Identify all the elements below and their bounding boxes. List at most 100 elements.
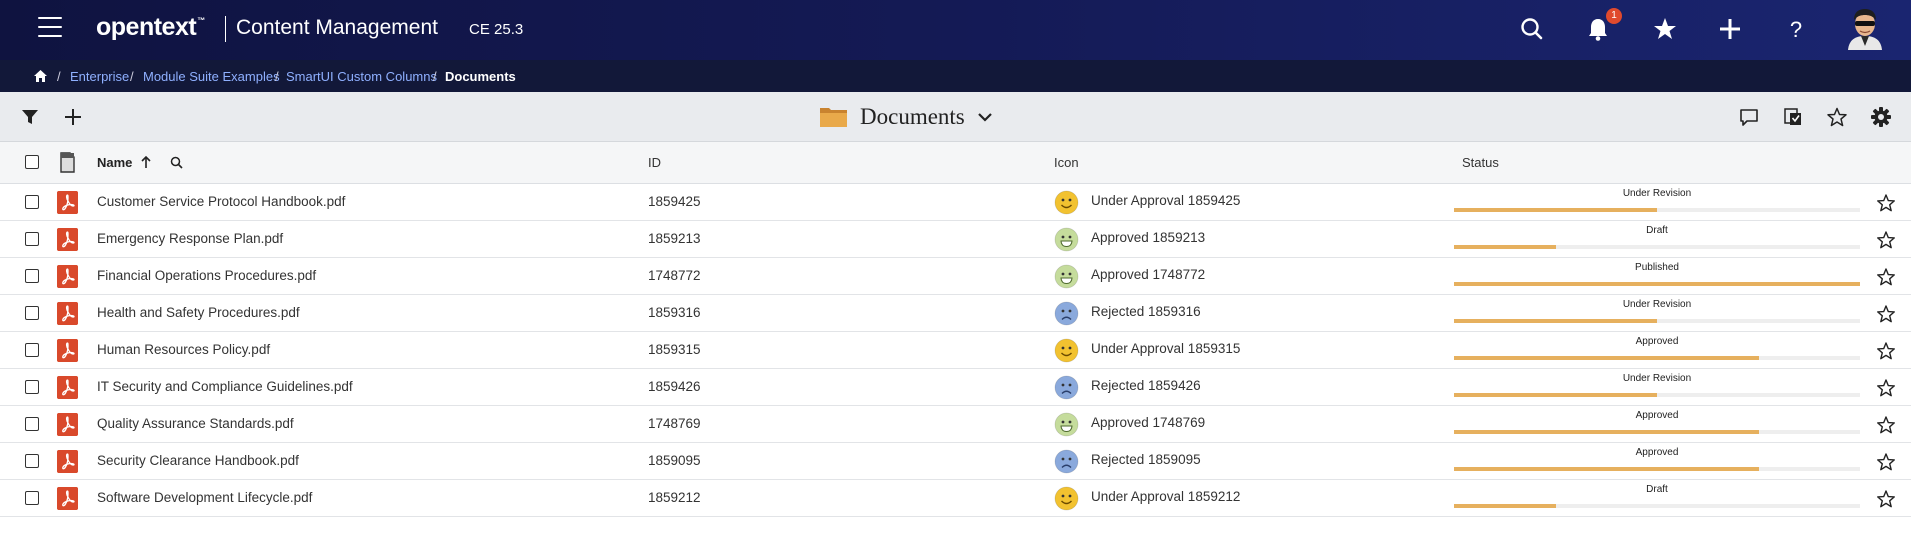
document-name-link[interactable]: Customer Service Protocol Handbook.pdf: [97, 194, 345, 209]
document-name-link[interactable]: IT Security and Compliance Guidelines.pd…: [97, 379, 353, 394]
row-checkbox[interactable]: [25, 454, 39, 468]
status-progress-bar: [1454, 319, 1860, 323]
table-row[interactable]: Human Resources Policy.pdf 1859315 Under A…: [0, 332, 1911, 369]
table-row[interactable]: Emergency Response Plan.pdf 1859213 Approv…: [0, 221, 1911, 258]
row-checkbox[interactable]: [25, 232, 39, 246]
star-icon[interactable]: [1650, 14, 1680, 44]
document-name-link[interactable]: Security Clearance Handbook.pdf: [97, 453, 299, 468]
favorite-star-icon[interactable]: [1876, 452, 1896, 472]
status-progress-fill: [1454, 208, 1657, 212]
row-checkbox[interactable]: [25, 269, 39, 283]
status-progress-bar: [1454, 430, 1860, 434]
row-checkbox[interactable]: [25, 306, 39, 320]
document-name-link[interactable]: Health and Safety Procedures.pdf: [97, 305, 300, 320]
grin-green-face-icon: [1054, 227, 1079, 252]
status-progress-bar: [1454, 245, 1860, 249]
document-name-link[interactable]: Software Development Lifecycle.pdf: [97, 490, 312, 505]
status-progress-fill: [1454, 282, 1860, 286]
icon-status-text: Approved 1748769: [1091, 415, 1206, 430]
document-id: 1748769: [648, 416, 701, 431]
status-progress-fill: [1454, 504, 1556, 508]
row-checkbox[interactable]: [25, 195, 39, 209]
column-header-id[interactable]: ID: [648, 155, 661, 170]
folder-title-dropdown[interactable]: Documents: [819, 102, 994, 132]
status-progress-fill: [1454, 430, 1759, 434]
status-label: Under Revision: [1622, 188, 1692, 199]
menu-icon[interactable]: [38, 17, 62, 37]
table-row[interactable]: Security Clearance Handbook.pdf 1859095 Re…: [0, 443, 1911, 480]
search-icon[interactable]: [1517, 14, 1547, 44]
table-row[interactable]: Software Development Lifecycle.pdf 185921…: [0, 480, 1911, 517]
comment-icon[interactable]: [1738, 106, 1760, 128]
icon-status-text: Rejected 1859426: [1091, 378, 1201, 393]
breadcrumb-item-module-suite-examples[interactable]: Module Suite Examples: [143, 69, 280, 84]
settings-icon[interactable]: [1870, 106, 1892, 128]
happy-yellow-face-icon: [1054, 486, 1079, 511]
folder-icon: [820, 108, 847, 127]
type-column-icon[interactable]: [59, 152, 75, 173]
opentext-logo: opentext™: [96, 13, 205, 41]
icon-status-text: Rejected 1859095: [1091, 452, 1201, 467]
column-header-name[interactable]: Name: [97, 155, 132, 170]
status-label: Draft: [1646, 225, 1668, 236]
user-avatar[interactable]: [1846, 6, 1884, 50]
plus-icon[interactable]: [1715, 14, 1745, 44]
favorite-star-icon[interactable]: [1876, 193, 1896, 213]
favorite-icon[interactable]: [1826, 106, 1848, 128]
favorite-star-icon[interactable]: [1876, 415, 1896, 435]
pdf-file-icon: [57, 265, 78, 288]
table-row[interactable]: Customer Service Protocol Handbook.pdf 18…: [0, 184, 1911, 221]
column-search-icon[interactable]: [170, 156, 183, 169]
column-header-icon[interactable]: Icon: [1054, 155, 1079, 170]
icon-status-text: Approved 1859213: [1091, 230, 1206, 245]
table-row[interactable]: Quality Assurance Standards.pdf 1748769 Ap…: [0, 406, 1911, 443]
favorite-star-icon[interactable]: [1876, 378, 1896, 398]
help-icon[interactable]: ?: [1781, 14, 1811, 44]
status-progress-fill: [1454, 356, 1759, 360]
document-id: 1859212: [648, 490, 701, 505]
select-all-checkbox[interactable]: [25, 155, 39, 169]
sad-blue-face-icon: [1054, 301, 1079, 326]
row-checkbox[interactable]: [25, 491, 39, 505]
breadcrumb-item-enterprise[interactable]: Enterprise: [70, 69, 129, 84]
document-name-link[interactable]: Financial Operations Procedures.pdf: [97, 268, 316, 283]
add-icon[interactable]: [62, 106, 84, 128]
favorite-star-icon[interactable]: [1876, 304, 1896, 324]
top-header: opentext™ Content Management CE 25.3 1 ?: [0, 0, 1911, 60]
happy-yellow-face-icon: [1054, 338, 1079, 363]
grin-green-face-icon: [1054, 412, 1079, 437]
breadcrumb-item-smartui-custom-columns[interactable]: SmartUI Custom Columns: [286, 69, 437, 84]
favorite-star-icon[interactable]: [1876, 341, 1896, 361]
home-icon[interactable]: [33, 69, 48, 83]
breadcrumb-current: Documents: [445, 69, 516, 84]
status-progress-fill: [1454, 319, 1657, 323]
column-header-status[interactable]: Status: [1462, 155, 1499, 170]
sort-ascending-icon[interactable]: [140, 155, 152, 169]
document-id: 1859315: [648, 342, 701, 357]
folder-toolbar: Documents: [0, 92, 1911, 142]
favorite-star-icon[interactable]: [1876, 230, 1896, 250]
status-progress-bar: [1454, 393, 1860, 397]
chevron-down-icon: [977, 113, 992, 122]
favorite-star-icon[interactable]: [1876, 489, 1896, 509]
table-row[interactable]: Health and Safety Procedures.pdf 1859316 R…: [0, 295, 1911, 332]
folder-title: Documents: [860, 104, 965, 129]
favorite-star-icon[interactable]: [1876, 267, 1896, 287]
row-checkbox[interactable]: [25, 343, 39, 357]
pdf-file-icon: [57, 191, 78, 214]
icon-status-text: Rejected 1859316: [1091, 304, 1201, 319]
notification-badge: 1: [1606, 8, 1622, 24]
row-checkbox[interactable]: [25, 417, 39, 431]
breadcrumb-separator: /: [275, 69, 279, 84]
pdf-file-icon: [57, 228, 78, 251]
document-name-link[interactable]: Emergency Response Plan.pdf: [97, 231, 283, 246]
row-checkbox[interactable]: [25, 380, 39, 394]
table-row[interactable]: Financial Operations Procedures.pdf 17487…: [0, 258, 1911, 295]
icon-status-text: Approved 1748772: [1091, 267, 1206, 282]
collections-icon[interactable]: [1782, 106, 1804, 128]
document-name-link[interactable]: Human Resources Policy.pdf: [97, 342, 270, 357]
table-row[interactable]: IT Security and Compliance Guidelines.pd…: [0, 369, 1911, 406]
status-progress-bar: [1454, 208, 1860, 212]
document-name-link[interactable]: Quality Assurance Standards.pdf: [97, 416, 294, 431]
filter-icon[interactable]: [19, 106, 41, 128]
